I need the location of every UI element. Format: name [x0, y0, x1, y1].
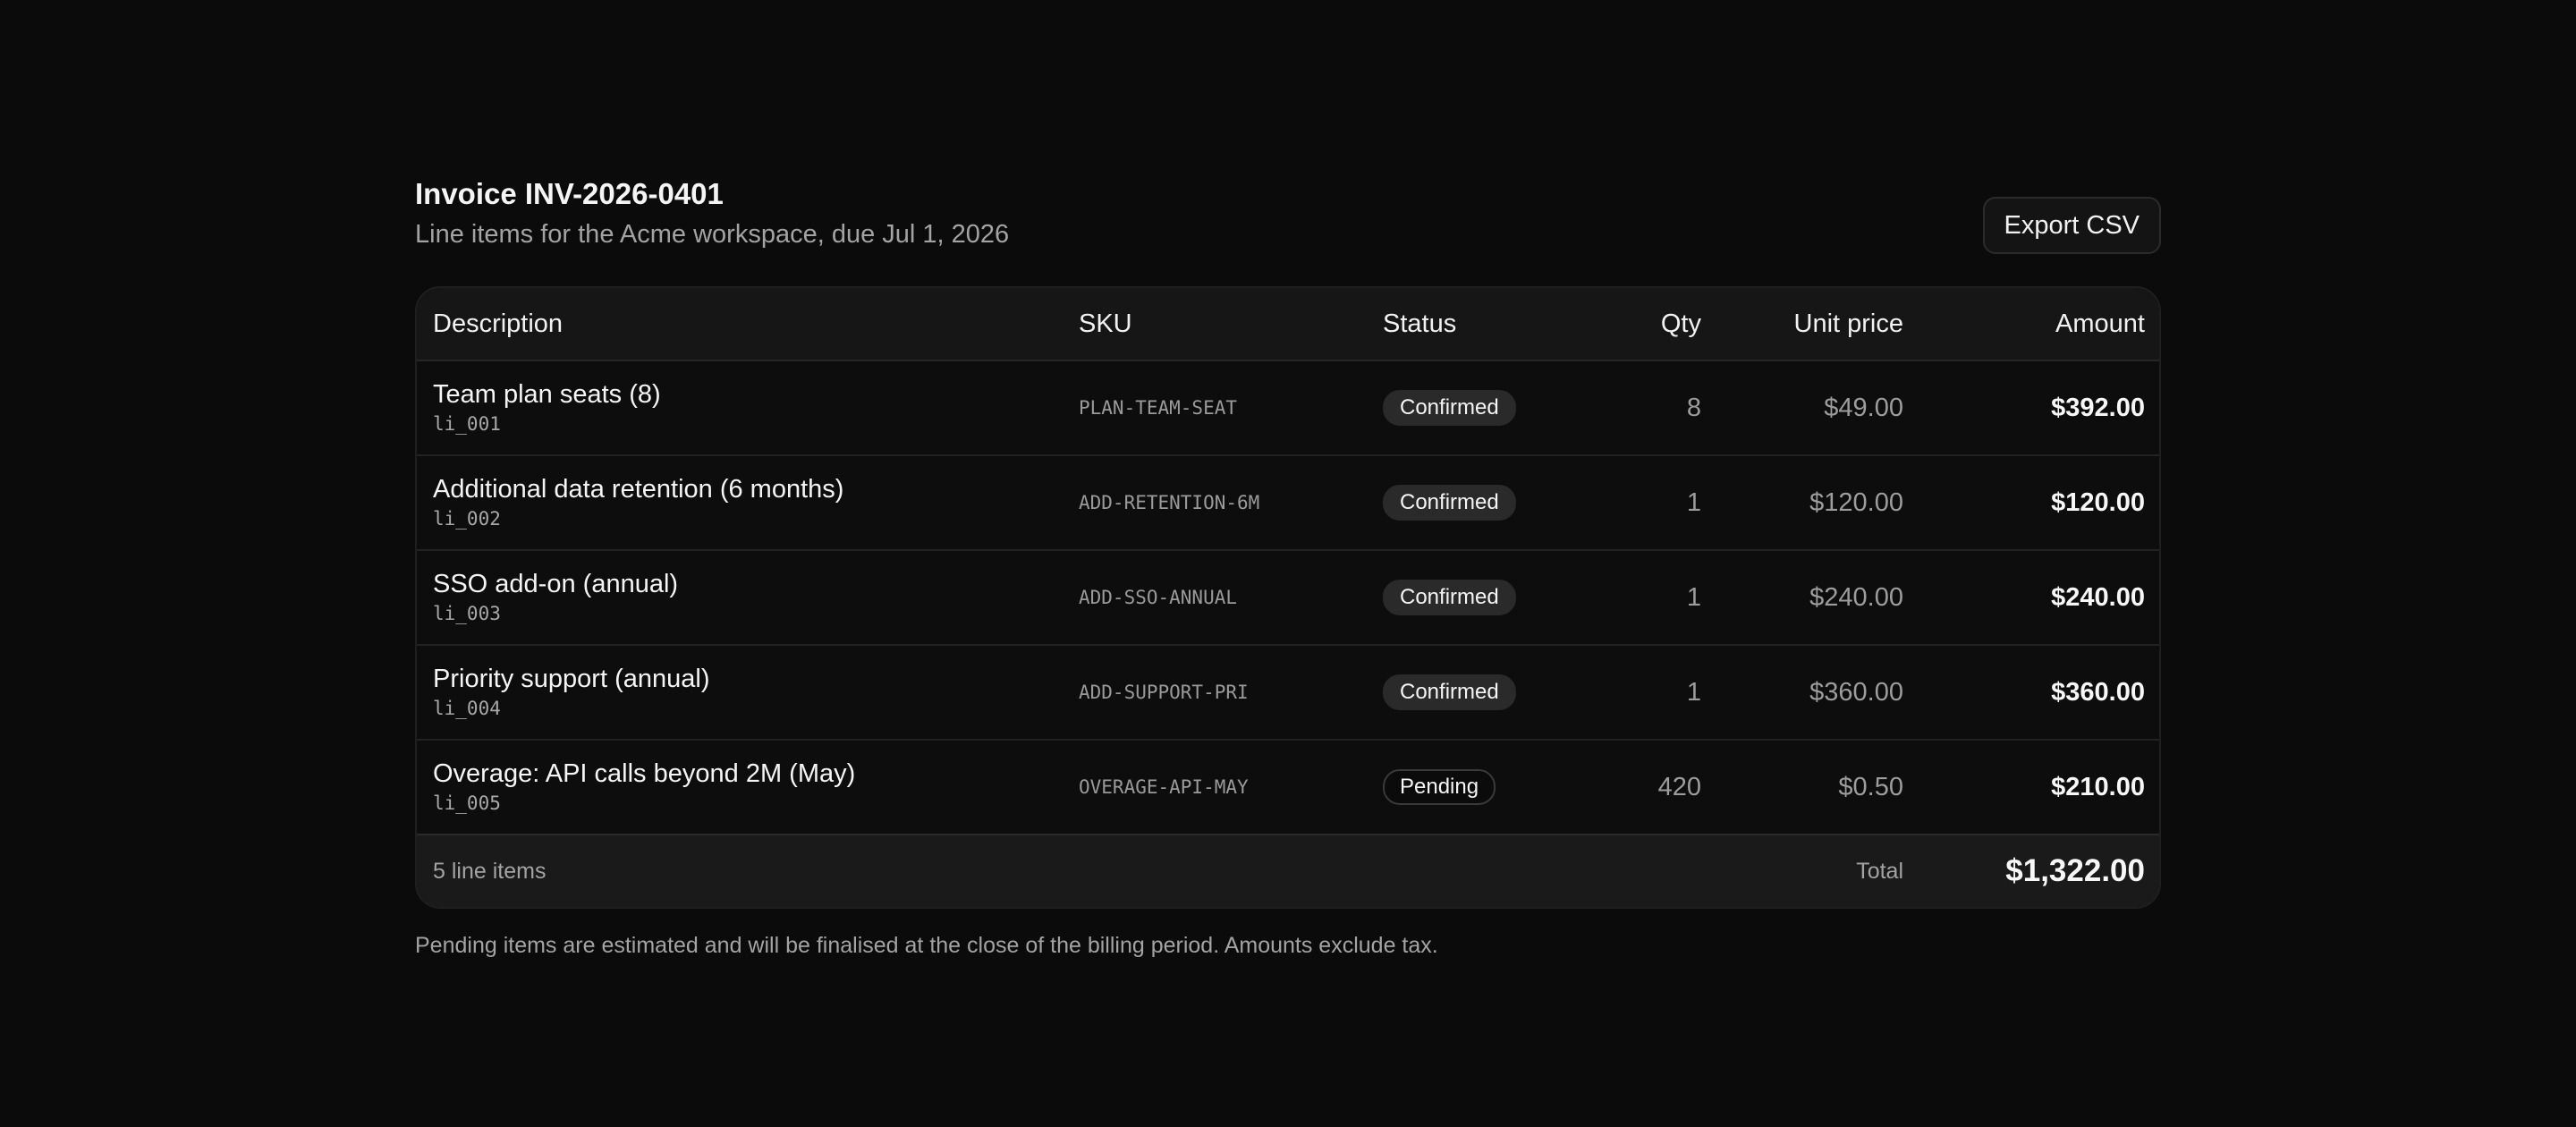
item-id: li_003 [433, 603, 501, 624]
item-unit-price: $49.00 [1716, 360, 1918, 456]
table-footer: 5 line items Total $1,322.00 [417, 835, 2159, 907]
description-cell: Overage: API calls beyond 2M (May) li_00… [417, 740, 1064, 835]
status-badge: Pending [1383, 769, 1496, 805]
item-amount: $120.00 [1918, 455, 2159, 551]
item-unit-price: $120.00 [1716, 455, 1918, 551]
item-id: li_002 [433, 508, 501, 530]
item-qty: 8 [1569, 360, 1716, 456]
line-items-table: Description SKU Status Qty Unit price Am… [415, 286, 2161, 909]
table-row: Team plan seats (8) li_001 PLAN-TEAM-SEA… [417, 360, 2159, 456]
description-cell: Priority support (annual) li_004 [417, 645, 1064, 741]
line-item-count: 5 line items [417, 835, 1716, 907]
table-row: Additional data retention (6 months) li_… [417, 455, 2159, 551]
column-header-qty: Qty [1569, 288, 1716, 361]
status-cell: Confirmed [1368, 550, 1569, 646]
item-sku: ADD-RETENTION-6M [1064, 455, 1368, 551]
item-description: Priority support (annual) [433, 665, 710, 693]
item-qty: 1 [1569, 455, 1716, 551]
status-cell: Pending [1368, 740, 1569, 835]
item-id: li_001 [433, 413, 501, 435]
item-amount: $210.00 [1918, 740, 2159, 835]
footnote: Pending items are estimated and will be … [415, 933, 1438, 958]
item-qty: 420 [1569, 740, 1716, 835]
status-cell: Confirmed [1368, 360, 1569, 456]
table-row: SSO add-on (annual) li_003 ADD-SSO-ANNUA… [417, 550, 2159, 646]
item-description: Additional data retention (6 months) [433, 475, 844, 504]
column-header-description: Description [417, 288, 1064, 361]
item-id: li_004 [433, 698, 501, 719]
page-subtitle: Line items for the Acme workspace, due J… [415, 220, 1010, 249]
table-header: Description SKU Status Qty Unit price Am… [417, 288, 2159, 361]
item-description: Team plan seats (8) [433, 380, 661, 409]
item-amount: $240.00 [1918, 550, 2159, 646]
column-header-unit-price: Unit price [1716, 288, 1918, 361]
item-amount: $360.00 [1918, 645, 2159, 741]
item-id: li_005 [433, 792, 501, 814]
item-sku: ADD-SUPPORT-PRI [1064, 645, 1368, 741]
total-label: Total [1716, 835, 1918, 907]
export-csv-button[interactable]: Export CSV [1982, 197, 2161, 254]
item-sku: OVERAGE-API-MAY [1064, 740, 1368, 835]
total-value: $1,322.00 [1918, 835, 2159, 907]
status-badge: Confirmed [1383, 485, 1516, 521]
description-cell: Additional data retention (6 months) li_… [417, 455, 1064, 551]
item-qty: 1 [1569, 550, 1716, 646]
item-description: SSO add-on (annual) [433, 570, 679, 598]
page-title: Invoice INV-2026-0401 [415, 177, 724, 210]
item-unit-price: $0.50 [1716, 740, 1918, 835]
item-unit-price: $360.00 [1716, 645, 1918, 741]
status-cell: Confirmed [1368, 455, 1569, 551]
item-qty: 1 [1569, 645, 1716, 741]
item-amount: $392.00 [1918, 360, 2159, 456]
item-unit-price: $240.00 [1716, 550, 1918, 646]
table-row: Priority support (annual) li_004 ADD-SUP… [417, 645, 2159, 741]
status-badge: Confirmed [1383, 390, 1516, 426]
column-header-amount: Amount [1918, 288, 2159, 361]
invoice-header: Invoice INV-2026-0401 Line items for the… [415, 174, 2161, 286]
invoice-panel: Invoice INV-2026-0401 Line items for the… [415, 174, 2161, 961]
status-badge: Confirmed [1383, 674, 1516, 710]
column-header-status: Status [1368, 288, 1569, 361]
description-cell: SSO add-on (annual) li_003 [417, 550, 1064, 646]
column-header-sku: SKU [1064, 288, 1368, 361]
item-description: Overage: API calls beyond 2M (May) [433, 759, 856, 788]
description-cell: Team plan seats (8) li_001 [417, 360, 1064, 456]
table-row: Overage: API calls beyond 2M (May) li_00… [417, 740, 2159, 835]
item-sku: PLAN-TEAM-SEAT [1064, 360, 1368, 456]
item-sku: ADD-SSO-ANNUAL [1064, 550, 1368, 646]
status-badge: Confirmed [1383, 580, 1516, 615]
status-cell: Confirmed [1368, 645, 1569, 741]
